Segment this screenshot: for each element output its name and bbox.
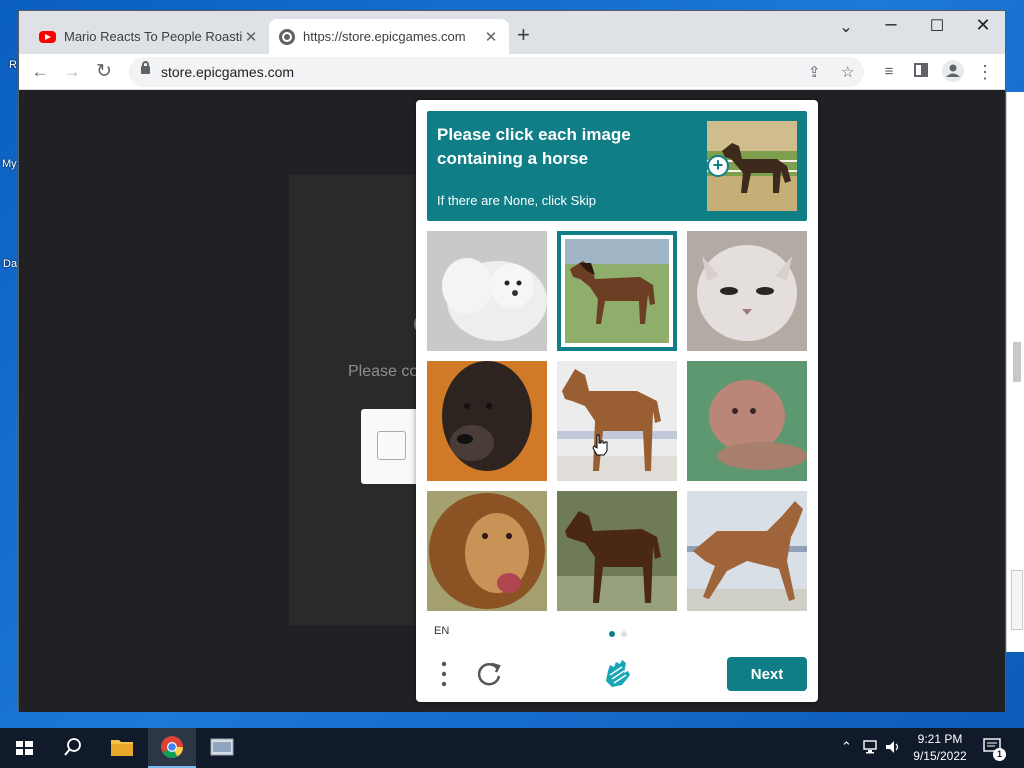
lock-icon[interactable] [141, 61, 150, 74]
close-window-button[interactable]: ✕ [960, 15, 1006, 36]
verification-text: Please co [348, 363, 419, 380]
clock[interactable]: 9:21 PM 9/15/2022 [904, 731, 976, 765]
desktop-icon-label[interactable]: My [2, 158, 17, 170]
forward-icon[interactable]: → [60, 60, 84, 84]
white-dog-image [427, 231, 547, 351]
hand-cursor-icon [592, 434, 610, 461]
clock-time: 9:21 PM [917, 732, 963, 746]
horse-image [687, 491, 807, 611]
close-tab-icon[interactable]: ✕ [483, 28, 499, 46]
image-tile[interactable] [427, 361, 547, 481]
clock-date: 9/15/2022 [913, 749, 967, 763]
chrome-icon[interactable] [148, 728, 196, 768]
challenge-subtitle: If there are None, click Skip [437, 193, 596, 208]
reload-icon[interactable]: ↻ [92, 60, 116, 84]
close-tab-icon[interactable]: ✕ [243, 28, 259, 46]
image-tile[interactable] [557, 361, 677, 481]
menu-kebab-icon[interactable]: ⋮ [973, 60, 997, 84]
horse-image [557, 491, 677, 611]
file-explorer-icon[interactable] [98, 728, 146, 768]
network-icon[interactable] [862, 739, 880, 758]
address-url[interactable]: store.epicgames.com [161, 64, 294, 80]
start-button[interactable] [0, 728, 48, 768]
reading-list-icon[interactable]: ≡ [877, 60, 901, 84]
refresh-icon[interactable] [477, 661, 503, 692]
bookmark-star-icon[interactable]: ☆ [841, 63, 854, 81]
tab-youtube[interactable]: Mario Reacts To People Roasting ✕ [29, 19, 269, 54]
image-tile[interactable] [687, 361, 807, 481]
chevron-up-icon[interactable]: ⌃ [841, 739, 852, 755]
side-panel-icon[interactable] [909, 60, 933, 84]
white-cat-image [687, 231, 807, 351]
tab-search-icon[interactable]: ⌄ [823, 17, 869, 37]
hcaptcha-logo-icon[interactable] [600, 657, 634, 696]
youtube-icon [39, 30, 56, 43]
tab-strip: Mario Reacts To People Roasting ✕ https:… [19, 11, 1005, 54]
new-tab-button[interactable]: + [517, 24, 530, 46]
captcha-checkbox[interactable] [377, 431, 406, 460]
address-bar[interactable]: store.epicgames.com ⇪ ☆ [129, 57, 864, 87]
desktop-icon-label[interactable]: Da [3, 258, 17, 270]
tab-epic-store[interactable]: https://store.epicgames.com ✕ [269, 19, 509, 54]
search-icon[interactable] [48, 728, 96, 768]
image-tile-selected[interactable] [557, 231, 677, 351]
browser-toolbar: ← → ↻ store.epicgames.com ⇪ ☆ ≡ ⋮ [19, 54, 1005, 90]
desktop-icon-label[interactable]: R [9, 59, 17, 71]
image-tile[interactable] [687, 491, 807, 611]
lioness-image [687, 361, 807, 481]
scrollbar-thumb[interactable] [1013, 342, 1021, 382]
captcha-challenge: Please click each image containing a hor… [416, 100, 818, 702]
dark-dog-image [427, 361, 547, 481]
language-selector[interactable]: EN [434, 625, 449, 637]
background-window[interactable] [1006, 92, 1024, 652]
globe-icon [279, 28, 295, 45]
minimize-button[interactable]: – [868, 13, 914, 36]
image-tile[interactable] [427, 491, 547, 611]
add-icon: + [707, 155, 729, 177]
next-button[interactable]: Next [727, 657, 807, 691]
challenge-title: Please click each image containing a hor… [437, 125, 631, 168]
volume-icon[interactable] [884, 739, 902, 758]
lion-image [427, 491, 547, 611]
menu-icon[interactable] [439, 661, 449, 692]
page-dot-active [609, 631, 615, 637]
back-icon[interactable]: ← [28, 60, 52, 84]
horse-image [557, 361, 677, 481]
image-tile[interactable] [687, 231, 807, 351]
image-tile[interactable] [427, 231, 547, 351]
maximize-button[interactable]: ☐ [914, 16, 960, 36]
challenge-prompt: Please click each image containing a hor… [427, 111, 807, 221]
profile-avatar[interactable] [941, 60, 965, 84]
image-tile[interactable] [557, 491, 677, 611]
image-grid [427, 231, 807, 611]
horse-image [565, 239, 669, 343]
app-icon[interactable] [198, 728, 246, 768]
notification-badge: 1 [993, 748, 1006, 761]
tab-title: Mario Reacts To People Roasting [64, 29, 243, 44]
share-icon[interactable]: ⇪ [808, 63, 821, 81]
tab-title: https://store.epicgames.com [303, 29, 466, 44]
taskbar: ⌃ 9:21 PM 9/15/2022 1 [0, 728, 1024, 768]
scrollbar-track[interactable] [1011, 570, 1023, 630]
page-dot [621, 631, 627, 637]
